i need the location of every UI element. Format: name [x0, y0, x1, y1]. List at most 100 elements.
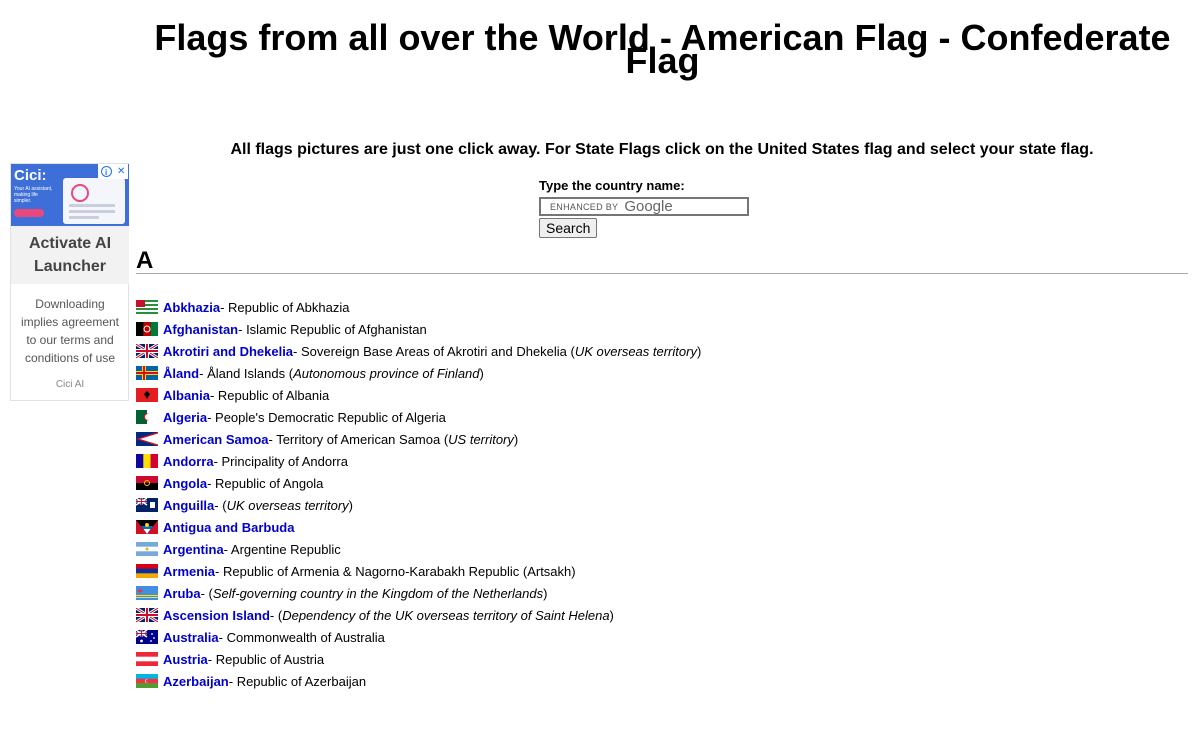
australia-flag-icon[interactable]	[136, 630, 158, 644]
country-link[interactable]: Anguilla	[163, 498, 214, 513]
anguilla-flag-icon[interactable]	[136, 498, 158, 512]
country-row: Austria - Republic of Austria	[136, 648, 701, 670]
country-description: - People's Democratic Republic of Algeri…	[207, 409, 446, 425]
close-icon[interactable]: ✕	[117, 166, 125, 177]
country-description: - Principality of Andorra	[213, 453, 348, 469]
country-description: - (	[269, 607, 283, 623]
ad-brand-name: Cici AI	[55, 379, 85, 390]
country-row: Australia - Commonwealth of Australia	[136, 626, 701, 648]
country-description: - (	[200, 585, 213, 601]
country-link[interactable]: Australia	[163, 630, 219, 645]
antigua-flag-icon[interactable]	[136, 520, 158, 534]
ad-screen-graphic	[63, 178, 125, 224]
country-row: Armenia - Republic of Armenia & Nagorno-…	[136, 560, 701, 582]
country-note: Dependency of the UK overseas territory …	[282, 607, 610, 623]
country-description: - (	[214, 497, 227, 513]
country-link[interactable]: Åland	[163, 366, 199, 381]
aruba-flag-icon[interactable]	[136, 586, 158, 600]
section-heading-a: A	[136, 247, 154, 274]
country-description: - Sovereign Base Areas of Akrotiri and D…	[293, 343, 575, 359]
country-link[interactable]: Ascension Island	[163, 608, 270, 623]
section-divider	[136, 273, 1188, 274]
intro-text: All flags pictures are just one click aw…	[230, 141, 1094, 158]
country-link[interactable]: Angola	[163, 476, 207, 491]
country-link[interactable]: Afghanistan	[163, 322, 238, 337]
country-link[interactable]: Armenia	[163, 564, 215, 579]
ad-tagline: Your AI assistant, making life simpler.	[14, 186, 53, 204]
country-row: Ascension Island - (Dependency of the UK…	[136, 604, 701, 626]
search-label: Type the country name:	[539, 178, 685, 193]
uk-flag-icon[interactable]	[136, 608, 158, 622]
country-link[interactable]: Antigua and Barbuda	[163, 520, 294, 535]
country-note: UK overseas territory	[574, 343, 697, 359]
country-description: - Republic of Azerbaijan	[228, 673, 367, 689]
country-description: - Territory of American Samoa (	[268, 431, 449, 447]
country-row: Albania - Republic of Albania	[136, 384, 701, 406]
ad-brand-logo: Cici:	[14, 167, 47, 184]
american-samoa-flag-icon[interactable]	[136, 432, 158, 446]
country-row: Andorra - Principality of Andorra	[136, 450, 701, 472]
aland-flag-icon[interactable]	[136, 366, 158, 380]
country-row: Algeria - People's Democratic Republic o…	[136, 406, 701, 428]
country-description: - Republic of Abkhazia	[220, 299, 350, 315]
country-row: Abkhazia - Republic of Abkhazia	[136, 296, 701, 318]
algeria-flag-icon[interactable]	[136, 410, 158, 424]
ad-pill-graphic	[14, 209, 44, 217]
country-link[interactable]: Azerbaijan	[163, 674, 229, 689]
armenia-flag-icon[interactable]	[136, 564, 158, 578]
country-link[interactable]: American Samoa	[163, 432, 269, 447]
country-description: - Republic of Austria	[207, 651, 325, 667]
search-input[interactable]: ENHANCED BY Google	[539, 197, 749, 216]
country-link[interactable]: Andorra	[163, 454, 214, 469]
country-description: - Republic of Albania	[209, 387, 330, 403]
country-link[interactable]: Aruba	[163, 586, 201, 601]
ad-choices[interactable]: i ✕	[98, 164, 128, 179]
country-row: Aruba - (Self-governing country in the K…	[136, 582, 701, 604]
country-link[interactable]: Albania	[163, 388, 210, 403]
ad-body-text: Downloading implies agreement to our ter…	[20, 297, 120, 365]
argentina-flag-icon[interactable]	[136, 542, 158, 556]
uk-flag-icon[interactable]	[136, 344, 158, 358]
country-row: Antigua and Barbuda	[136, 516, 701, 538]
country-description: - Islamic Republic of Afghanistan	[238, 321, 427, 337]
country-link[interactable]: Akrotiri and Dhekelia	[163, 344, 293, 359]
ad-banner[interactable]: Cici: Your AI assistant, making life sim…	[10, 163, 129, 401]
country-link[interactable]: Argentina	[163, 542, 224, 557]
country-row: American Samoa - Territory of American S…	[136, 428, 701, 450]
country-description: - Åland Islands (	[199, 365, 294, 381]
country-row: Afghanistan - Islamic Republic of Afghan…	[136, 318, 701, 340]
country-description: - Republic of Armenia & Nagorno-Karabakh…	[215, 563, 576, 579]
ad-title[interactable]: Activate AI Launcher	[11, 226, 129, 284]
country-description: - Argentine Republic	[223, 541, 341, 557]
country-note: Autonomous province of Finland	[293, 365, 480, 381]
country-description: - Commonwealth of Australia	[218, 629, 385, 645]
afghanistan-flag-icon[interactable]	[136, 322, 158, 336]
azerbaijan-flag-icon[interactable]	[136, 674, 158, 688]
country-link[interactable]: Algeria	[163, 410, 207, 425]
search-form: Type the country name: ENHANCED BY Google…	[539, 178, 749, 238]
country-link[interactable]: Austria	[163, 652, 208, 667]
country-note-close: )	[543, 585, 548, 601]
angola-flag-icon[interactable]	[136, 476, 158, 490]
enhanced-by-text: ENHANCED BY	[550, 202, 619, 212]
country-note-close: )	[609, 607, 614, 623]
google-logo: Google	[624, 198, 673, 215]
info-icon[interactable]: i	[100, 166, 112, 177]
abkhazia-flag-icon[interactable]	[136, 300, 158, 314]
country-note: US territory	[448, 431, 514, 447]
page-title: Flags from all over the World - American…	[140, 20, 1185, 79]
austria-flag-icon[interactable]	[136, 652, 158, 666]
page-title-line2: Flag	[625, 40, 700, 81]
search-button[interactable]: Search	[539, 218, 598, 238]
albania-flag-icon[interactable]	[136, 388, 158, 402]
country-row: Angola - Republic of Angola	[136, 472, 701, 494]
country-note-close: )	[696, 343, 702, 359]
country-link[interactable]: Abkhazia	[163, 300, 220, 315]
country-note-close: )	[348, 497, 353, 513]
country-row: Azerbaijan - Republic of Azerbaijan	[136, 670, 701, 692]
country-row: Argentina - Argentine Republic	[136, 538, 701, 560]
andorra-flag-icon[interactable]	[136, 454, 158, 468]
ad-circle-graphic	[71, 184, 89, 202]
country-note: Self-governing country in the Kingdom of…	[212, 585, 544, 601]
country-description: - Republic of Angola	[207, 475, 324, 491]
